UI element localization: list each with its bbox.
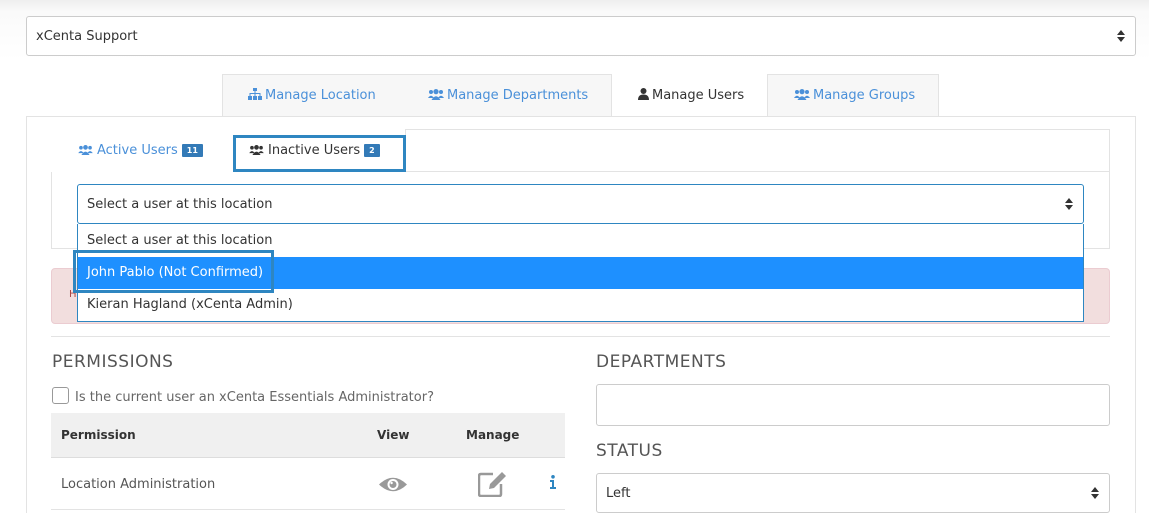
tab-manage-departments[interactable]: Manage Departments <box>428 74 588 117</box>
column-header: View <box>377 428 410 442</box>
page: xCenta Support Manage Location Manage De… <box>0 0 1149 513</box>
tab-label: Active Users <box>97 143 178 158</box>
divider <box>51 336 1110 337</box>
departments-title: DEPARTMENTS <box>596 352 727 372</box>
column-header: Manage <box>466 428 520 442</box>
tab-manage-users[interactable]: Manage Users <box>611 74 768 118</box>
info-icon[interactable] <box>550 475 556 489</box>
tab-manage-location[interactable]: Manage Location <box>248 74 376 117</box>
count-badge: 11 <box>181 144 203 157</box>
tab-label: Manage Departments <box>447 88 589 103</box>
eye-icon[interactable] <box>378 475 408 494</box>
permissions-title: PERMISSIONS <box>52 352 174 372</box>
status-title: STATUS <box>596 441 663 461</box>
sitemap-icon <box>248 88 262 100</box>
tab-active-users[interactable]: Active Users 11 <box>78 143 203 158</box>
select-arrows-icon <box>1065 198 1073 210</box>
location-select[interactable]: xCenta Support <box>26 16 1136 56</box>
tab-label: Manage Groups <box>813 88 916 103</box>
select-arrows-icon <box>1117 30 1125 42</box>
divider <box>406 171 1110 172</box>
tab-label: Inactive Users <box>268 143 361 158</box>
permission-label: Location Administration <box>61 477 216 492</box>
tab-label: Manage Users <box>652 88 745 103</box>
user-select-value: Select a user at this location <box>87 197 273 212</box>
tab-label: Manage Location <box>265 88 376 103</box>
status-select[interactable]: Left <box>596 473 1110 513</box>
highlight-box <box>73 250 274 293</box>
admin-checkbox[interactable] <box>52 387 69 404</box>
tab-manage-groups[interactable]: Manage Groups <box>794 74 915 117</box>
users-icon <box>428 89 444 100</box>
status-select-value: Left <box>606 486 631 501</box>
users-icon <box>78 145 93 155</box>
departments-field[interactable] <box>596 384 1110 426</box>
tab-inactive-users[interactable]: Inactive Users 2 <box>249 143 380 158</box>
users-icon <box>249 145 264 155</box>
select-arrows-icon <box>1091 487 1099 499</box>
edit-icon[interactable] <box>478 471 508 497</box>
count-badge: 2 <box>364 144 380 157</box>
column-header: Permission <box>61 428 136 442</box>
user-select[interactable]: Select a user at this location <box>77 184 1084 224</box>
dropdown-option[interactable]: Kieran Hagland (xCenta Admin) <box>78 289 1083 321</box>
admin-checkbox-label: Is the current user an xCenta Essentials… <box>75 390 434 405</box>
users-icon <box>794 89 810 100</box>
user-icon <box>638 88 649 100</box>
location-select-value: xCenta Support <box>36 29 138 44</box>
